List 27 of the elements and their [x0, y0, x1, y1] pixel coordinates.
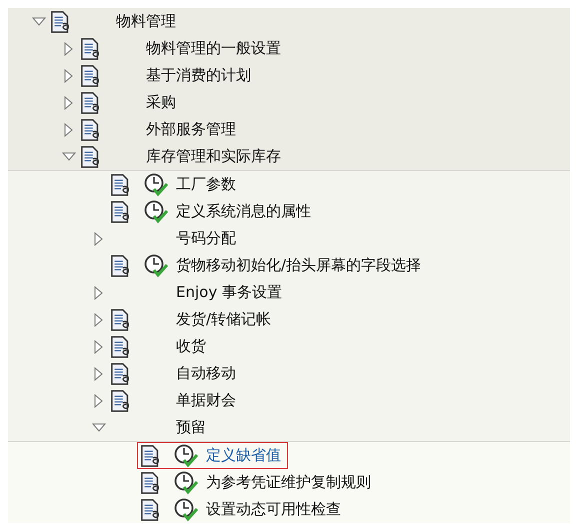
tree-item-label[interactable]: 号码分配 [176, 229, 236, 248]
tree-item-label[interactable]: 采购 [146, 93, 176, 112]
collapse-toggle[interactable] [62, 150, 76, 164]
clock-check-icon [173, 444, 199, 468]
tree-item-label[interactable]: 收货 [176, 337, 206, 356]
collapse-toggle[interactable] [92, 420, 106, 434]
tree-item-label[interactable]: 物料管理的一般设置 [146, 39, 281, 58]
collapse-toggle[interactable] [32, 14, 46, 28]
tree-item-label[interactable]: 为参考凭证维护复制规则 [206, 473, 371, 492]
tree-item-label[interactable]: 设置动态可用性检查 [206, 500, 341, 519]
clock-check-icon [143, 254, 169, 278]
tree-item-label[interactable]: Enjoy 事务设置 [176, 283, 282, 302]
tree-item-label[interactable]: 基于消费的计划 [146, 66, 251, 85]
clock-check-icon [173, 470, 199, 494]
clock-check-icon [143, 200, 169, 224]
tree-item-label[interactable]: 定义系统消息的属性 [176, 202, 311, 221]
tree-item-label[interactable]: 发货/转储记帐 [176, 310, 272, 329]
clock-check-icon [143, 172, 169, 196]
tree-item-label[interactable]: 工厂参数 [176, 175, 236, 194]
tree-item-label[interactable]: 外部服务管理 [146, 120, 236, 139]
selected-tree-item[interactable]: 定义缺省值 [137, 442, 288, 469]
tree-item-label[interactable]: 自动移动 [176, 364, 236, 383]
tree-item-label[interactable]: 货物移动初始化/抬头屏幕的字段选择 [176, 256, 422, 275]
tree-item-label[interactable]: 物料管理 [116, 12, 176, 31]
tree-item-label[interactable]: 预留 [176, 418, 206, 437]
tree-item-label[interactable]: 单据财会 [176, 391, 236, 410]
tree-item-label[interactable]: 库存管理和实际库存 [146, 147, 281, 166]
